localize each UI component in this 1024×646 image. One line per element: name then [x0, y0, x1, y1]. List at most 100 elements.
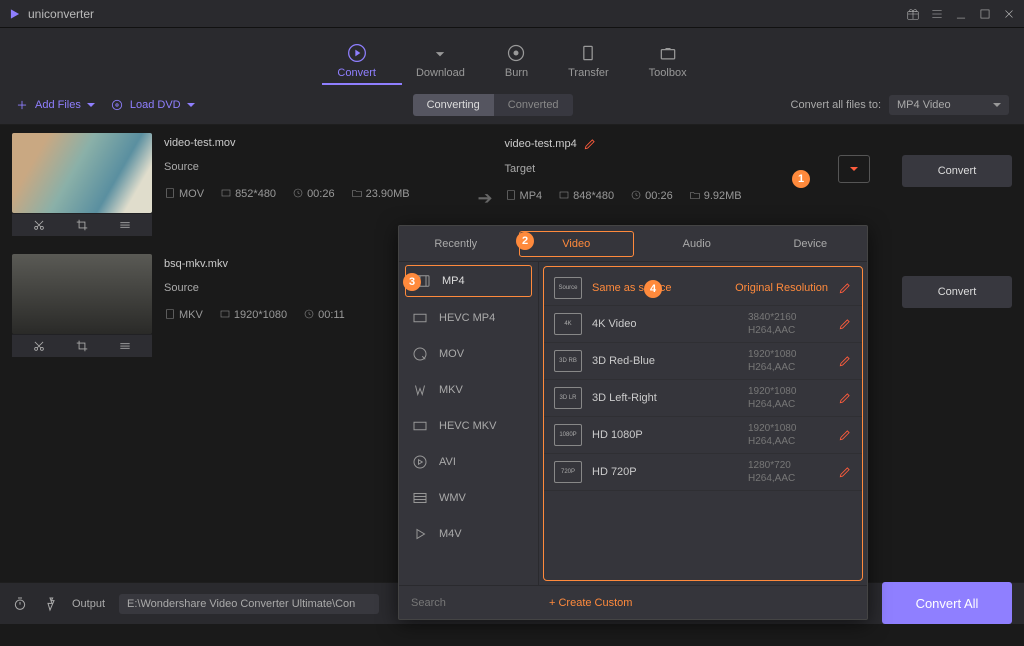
add-files-button[interactable]: Add Files	[15, 98, 95, 112]
dimensions-icon	[219, 308, 231, 320]
format-item-hevc-mkv[interactable]: HEVC MKV	[399, 408, 538, 444]
convert-button[interactable]: Convert	[902, 155, 1012, 187]
app-name: uniconverter	[28, 7, 94, 21]
popover-tab-device[interactable]: Device	[754, 229, 868, 259]
search-input[interactable]: Search	[399, 597, 539, 609]
source-label: Source	[164, 161, 465, 173]
resolution-item[interactable]: 720P HD 720P 1280*720H264,AAC	[544, 454, 862, 491]
hevc-icon	[411, 309, 429, 327]
video-thumbnail[interactable]	[12, 254, 152, 334]
format-list: MP4 HEVC MP4 MOV MKV HEVC MKV AVI WMV M4…	[399, 262, 539, 585]
format-item-avi[interactable]: AVI	[399, 444, 538, 480]
close-icon[interactable]	[1002, 7, 1016, 21]
gpu-icon[interactable]	[42, 596, 58, 612]
resolution-icon: Source	[554, 277, 582, 299]
resolution-item[interactable]: 4K 4K Video 3840*2160H264,AAC	[544, 306, 862, 343]
file-row: video-test.mov Source MOV 852*480 00:26 …	[12, 133, 1012, 236]
nav-transfer[interactable]: Transfer	[568, 43, 609, 79]
create-custom-button[interactable]: + Create Custom	[539, 597, 642, 609]
resolution-item[interactable]: 3D RB 3D Red-Blue 1920*1080H264,AAC	[544, 343, 862, 380]
folder-icon	[351, 187, 363, 199]
toolbar: Add Files Load DVD Converting Converted …	[0, 85, 1024, 125]
crop-icon[interactable]	[75, 218, 89, 232]
load-dvd-button[interactable]: Load DVD	[110, 98, 195, 112]
nav-download[interactable]: Download	[416, 43, 465, 79]
edit-icon[interactable]	[838, 281, 852, 295]
convert-all-to-label: Convert all files to:	[791, 99, 881, 111]
chevron-down-icon	[187, 103, 195, 107]
tab-converting[interactable]: Converting	[413, 94, 494, 116]
output-path[interactable]: E:\Wondershare Video Converter Ultimate\…	[119, 594, 379, 614]
format-popover: Recently Video Audio Device MP4 HEVC MP4…	[398, 225, 868, 620]
popover-tab-recently[interactable]: Recently	[399, 229, 513, 259]
resolution-item[interactable]: Source Same as source Original Resolutio…	[544, 271, 862, 306]
resolution-item[interactable]: 3D LR 3D Left-Right 1920*1080H264,AAC	[544, 380, 862, 417]
resolution-list: Source Same as source Original Resolutio…	[543, 266, 863, 581]
edit-icon[interactable]	[838, 428, 852, 442]
format-item-mp4[interactable]: MP4	[405, 265, 532, 297]
chevron-down-icon	[87, 103, 95, 107]
resolution-icon: 4K	[554, 313, 582, 335]
resolution-icon: 3D LR	[554, 387, 582, 409]
nav-toolbox[interactable]: Toolbox	[649, 43, 687, 79]
tab-converted[interactable]: Converted	[494, 94, 573, 116]
effects-icon[interactable]	[118, 339, 132, 353]
output-label: Output	[72, 598, 105, 610]
resolution-icon: 3D RB	[554, 350, 582, 372]
target-label: Target	[505, 163, 806, 175]
resolution-item[interactable]: 1080P HD 1080P 1920*1080H264,AAC	[544, 417, 862, 454]
format-item-m4v[interactable]: M4V	[399, 516, 538, 552]
file-icon	[164, 187, 176, 199]
source-filename: video-test.mov	[164, 137, 465, 149]
callout-2: 2	[516, 232, 534, 250]
film-icon	[411, 489, 429, 507]
trim-icon[interactable]	[32, 218, 46, 232]
hevc-icon	[411, 417, 429, 435]
target-format-select[interactable]: MP4 Video	[889, 95, 1009, 115]
minimize-icon[interactable]	[954, 7, 968, 21]
quicktime-icon	[411, 345, 429, 363]
popover-tab-audio[interactable]: Audio	[640, 229, 754, 259]
top-nav: Convert Download Burn Transfer Toolbox	[0, 28, 1024, 83]
video-thumbnail[interactable]	[12, 133, 152, 213]
effects-icon[interactable]	[118, 218, 132, 232]
gift-icon[interactable]	[906, 7, 920, 21]
edit-icon[interactable]	[838, 317, 852, 331]
edit-icon[interactable]	[583, 137, 597, 151]
plus-icon	[15, 98, 29, 112]
format-item-wmv[interactable]: WMV	[399, 480, 538, 516]
titlebar: uniconverter	[0, 0, 1024, 28]
maximize-icon[interactable]	[978, 7, 992, 21]
folder-icon	[689, 189, 701, 201]
nav-accent	[0, 83, 1024, 85]
format-item-hevc-mp4[interactable]: HEVC MP4	[399, 300, 538, 336]
format-item-mov[interactable]: MOV	[399, 336, 538, 372]
timer-icon[interactable]	[12, 596, 28, 612]
play-circle-icon	[411, 453, 429, 471]
mkv-icon	[411, 381, 429, 399]
callout-3: 3	[403, 273, 421, 291]
clock-icon	[303, 308, 315, 320]
format-item-mkv[interactable]: MKV	[399, 372, 538, 408]
convert-all-button[interactable]: Convert All	[882, 582, 1012, 624]
nav-convert[interactable]: Convert	[337, 43, 376, 79]
trim-icon[interactable]	[32, 339, 46, 353]
clock-icon	[292, 187, 304, 199]
dimensions-icon	[558, 189, 570, 201]
chevron-down-icon	[850, 167, 858, 171]
edit-icon[interactable]	[838, 465, 852, 479]
menu-icon[interactable]	[930, 7, 944, 21]
crop-icon[interactable]	[75, 339, 89, 353]
callout-1: 1	[792, 170, 810, 188]
edit-icon[interactable]	[838, 391, 852, 405]
target-format-dropdown[interactable]	[838, 155, 870, 183]
converting-converted-tabs: Converting Converted	[413, 94, 573, 116]
play-icon	[411, 525, 429, 543]
app-logo: uniconverter	[8, 7, 94, 21]
edit-icon[interactable]	[838, 354, 852, 368]
nav-burn[interactable]: Burn	[505, 43, 528, 79]
convert-button[interactable]: Convert	[902, 276, 1012, 308]
target-filename: video-test.mp4	[505, 138, 577, 150]
popover-tab-video[interactable]: Video	[519, 231, 635, 257]
callout-4: 4	[644, 280, 662, 298]
